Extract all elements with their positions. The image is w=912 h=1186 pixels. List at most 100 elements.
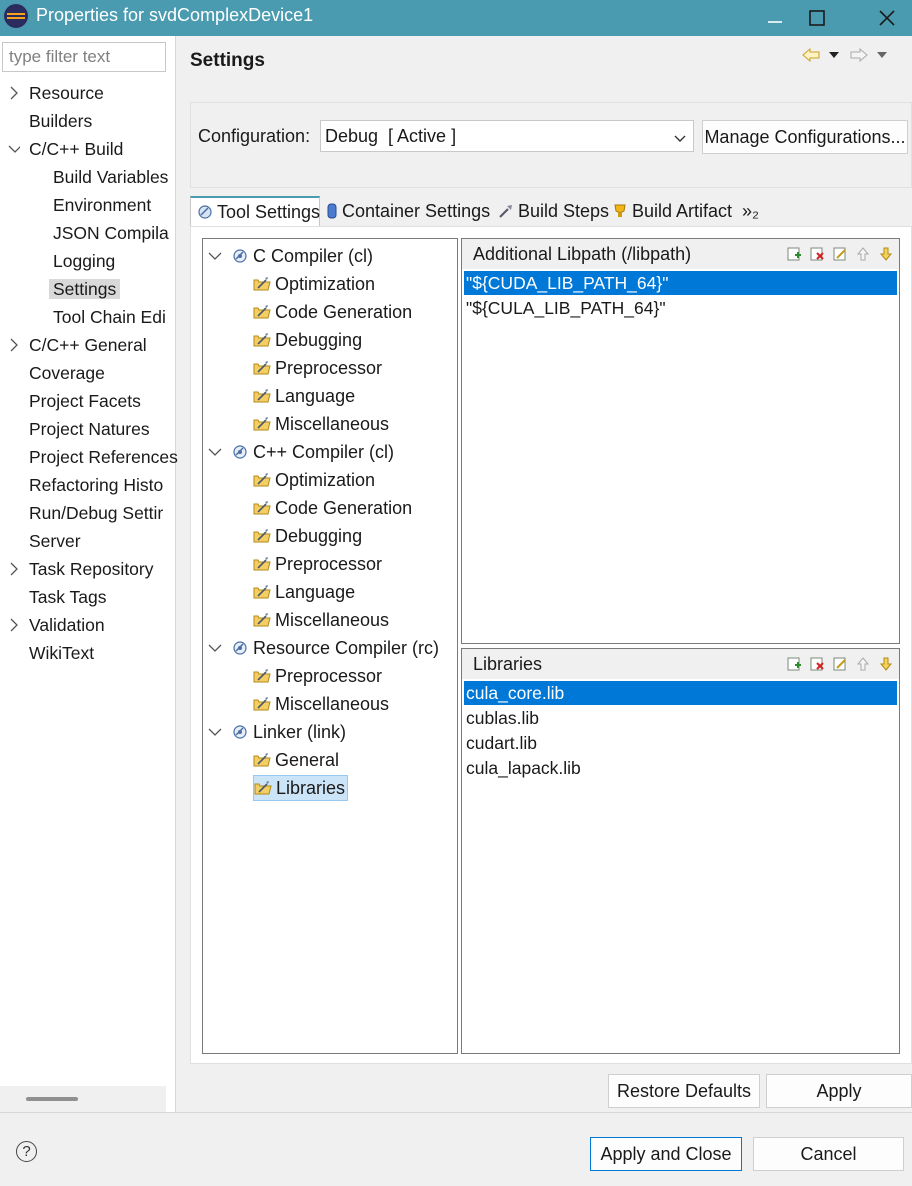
tree-node-tool[interactable]: Linker (link): [207, 718, 346, 746]
forward-arrow-icon[interactable]: [848, 44, 870, 66]
list-item[interactable]: cudart.lib: [464, 731, 897, 755]
tree-node-option-category[interactable]: Language: [253, 578, 355, 606]
more-tabs-icon: »₂: [742, 200, 759, 221]
tree-node-option-category[interactable]: General: [253, 746, 339, 774]
tree-node-option-category[interactable]: Preprocessor: [253, 550, 382, 578]
nav-item-label: Builders: [29, 111, 93, 131]
minimize-button[interactable]: [752, 0, 798, 36]
nav-item-project-natures[interactable]: Project Natures: [29, 416, 150, 442]
nav-item-task-repository[interactable]: Task Repository: [29, 556, 154, 582]
tree-node-option-category[interactable]: Miscellaneous: [253, 690, 389, 718]
tree-node-tool[interactable]: C++ Compiler (cl): [207, 438, 394, 466]
nav-item-validation[interactable]: Validation: [29, 612, 105, 638]
tree-node-option-category[interactable]: Preprocessor: [253, 354, 382, 382]
chevron-down-icon[interactable]: [207, 251, 223, 261]
tree-node-option-category[interactable]: Optimization: [253, 270, 375, 298]
tree-node-option-category[interactable]: Debugging: [253, 522, 362, 550]
option-category-icon: [253, 695, 271, 713]
move-down-icon[interactable]: [877, 655, 895, 673]
tree-node-option-category[interactable]: Optimization: [253, 466, 375, 494]
nav-item-coverage[interactable]: Coverage: [29, 360, 105, 386]
chevron-down-icon[interactable]: [8, 136, 20, 162]
nav-item-label: Project References: [29, 447, 178, 467]
list-item[interactable]: cula_core.lib: [464, 681, 897, 705]
tree-node-option-category[interactable]: Miscellaneous: [253, 410, 389, 438]
chevron-down-icon[interactable]: [207, 643, 223, 653]
back-menu-chevron-icon[interactable]: [824, 44, 844, 66]
move-down-icon[interactable]: [877, 245, 895, 263]
apply-and-close-button[interactable]: Apply and Close: [590, 1137, 742, 1171]
nav-item-tool-chain-edi[interactable]: Tool Chain Edi: [53, 304, 166, 330]
apply-button[interactable]: Apply: [766, 1074, 912, 1108]
manage-configurations-button[interactable]: Manage Configurations...: [702, 120, 908, 154]
list-item[interactable]: cula_lapack.lib: [464, 756, 897, 780]
move-up-icon[interactable]: [854, 245, 872, 263]
tree-node-option-category[interactable]: Code Generation: [253, 494, 412, 522]
left-panel-scrollbar[interactable]: [0, 1086, 166, 1112]
tree-node-option-category[interactable]: Debugging: [253, 326, 362, 354]
nav-item-project-facets[interactable]: Project Facets: [29, 388, 141, 414]
maximize-button[interactable]: [794, 0, 840, 36]
nav-item-c-c-general[interactable]: C/C++ General: [29, 332, 147, 358]
filter-text-input[interactable]: [2, 42, 166, 72]
delete-icon[interactable]: [808, 245, 826, 263]
tab-label: Build Steps: [518, 200, 610, 221]
tree-node-label: Preprocessor: [275, 554, 383, 574]
tree-node-option-category[interactable]: Language: [253, 382, 355, 410]
close-button[interactable]: [864, 0, 910, 36]
tree-node-label: Preprocessor: [275, 666, 383, 686]
delete-icon[interactable]: [808, 655, 826, 673]
nav-item-server[interactable]: Server: [29, 528, 81, 554]
nav-item-wikitext[interactable]: WikiText: [29, 640, 94, 666]
tree-node-option-category[interactable]: Miscellaneous: [253, 606, 389, 634]
nav-item-c-c-build[interactable]: C/C++ Build: [29, 136, 123, 162]
nav-item-logging[interactable]: Logging: [53, 248, 115, 274]
chevron-right-icon[interactable]: [8, 332, 20, 358]
move-up-icon[interactable]: [854, 655, 872, 673]
edit-icon[interactable]: [831, 655, 849, 673]
chevron-right-icon[interactable]: [8, 80, 20, 106]
add-icon[interactable]: [785, 655, 803, 673]
nav-item-json-compila[interactable]: JSON Compila: [53, 220, 169, 246]
nav-item-builders[interactable]: Builders: [29, 108, 92, 134]
nav-item-build-variables[interactable]: Build Variables: [53, 164, 168, 190]
nav-item-project-references[interactable]: Project References: [29, 444, 178, 470]
configuration-dropdown[interactable]: Debug [ Active ]: [320, 120, 694, 152]
list-item[interactable]: cublas.lib: [464, 706, 897, 730]
nav-item-run-debug-settir[interactable]: Run/Debug Settir: [29, 500, 163, 526]
tool-icon: [231, 639, 249, 657]
nav-item-settings[interactable]: Settings: [49, 276, 121, 302]
back-arrow-icon[interactable]: [800, 44, 822, 66]
tab-build-artifact[interactable]: Build Artifact: [612, 196, 732, 226]
nav-item-task-tags[interactable]: Task Tags: [29, 584, 107, 610]
cancel-button[interactable]: Cancel: [753, 1137, 904, 1171]
restore-defaults-button[interactable]: Restore Defaults: [608, 1074, 760, 1108]
nav-item-environment[interactable]: Environment: [53, 192, 151, 218]
chevron-right-icon[interactable]: [8, 556, 20, 582]
tree-node-tool[interactable]: Resource Compiler (rc): [207, 634, 439, 662]
list-item[interactable]: "${CUDA_LIB_PATH_64}": [464, 271, 897, 295]
list-item[interactable]: "${CULA_LIB_PATH_64}": [464, 296, 897, 320]
libpath-title: Additional Libpath (/libpath): [473, 244, 692, 264]
tree-node-option-category[interactable]: Preprocessor: [253, 662, 382, 690]
tab-label: Build Artifact: [632, 200, 733, 221]
chevron-down-icon[interactable]: [207, 727, 223, 737]
tree-node-option-category[interactable]: Code Generation: [253, 298, 412, 326]
tree-node-option-category[interactable]: Libraries: [253, 774, 349, 802]
chevron-down-icon[interactable]: [207, 447, 223, 457]
scrollbar-thumb[interactable]: [26, 1097, 78, 1101]
chevron-right-icon[interactable]: [8, 612, 20, 638]
tab-container-settings[interactable]: Container Settings: [326, 196, 490, 226]
option-category-icon: [253, 275, 271, 293]
help-icon[interactable]: ?: [16, 1141, 37, 1162]
tab-overflow-more[interactable]: »₂: [742, 196, 759, 226]
edit-icon[interactable]: [831, 245, 849, 263]
add-icon[interactable]: [785, 245, 803, 263]
option-category-icon: [253, 527, 271, 545]
tab-tool-settings[interactable]: Tool Settings: [190, 196, 320, 226]
nav-item-resource[interactable]: Resource: [29, 80, 104, 106]
tree-node-tool[interactable]: C Compiler (cl): [207, 242, 373, 270]
nav-item-refactoring-histo[interactable]: Refactoring Histo: [29, 472, 163, 498]
forward-menu-chevron-icon[interactable]: [872, 44, 892, 66]
tab-build-steps[interactable]: Build Steps: [498, 196, 609, 226]
